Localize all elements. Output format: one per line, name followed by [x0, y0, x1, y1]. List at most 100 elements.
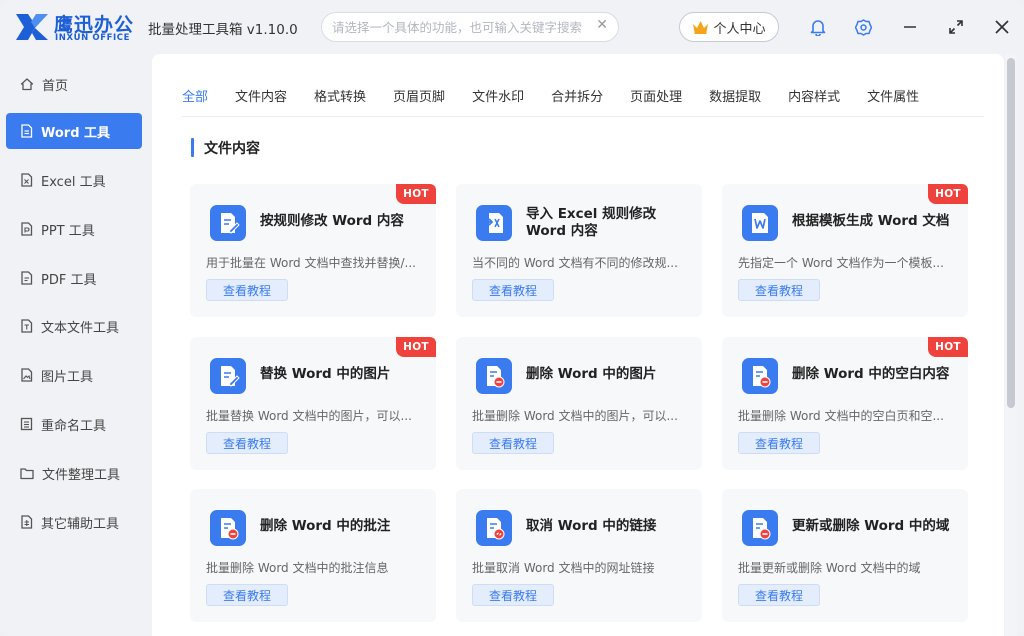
tool-card[interactable]: 导入 Excel 规则修改 Word 内容 当不同的 Word 文档有不同的修改…: [456, 184, 702, 317]
hot-badge: HOT: [928, 337, 968, 357]
tool-card[interactable]: HOT 根据模板生成 Word 文档 先指定一个 Word 文档作为一个模板..…: [722, 184, 968, 317]
sidebar-item-label: 其它辅助工具: [41, 516, 120, 532]
bell-icon[interactable]: [808, 17, 828, 37]
tool-card[interactable]: 删除 Word 中的图片 批量删除 Word 文档中的图片，可以... 查看教程: [456, 337, 702, 470]
tool-description: 批量取消 Word 文档中的网址链接: [472, 561, 655, 575]
section-marker: [191, 138, 194, 157]
document-icon: [21, 222, 33, 236]
tab-file-content[interactable]: 文件内容: [235, 86, 287, 106]
tool-description: 批量更新或删除 Word 文档中的域: [738, 561, 921, 575]
sidebar-item-rename[interactable]: 重命名工具: [6, 406, 142, 442]
view-tutorial-button[interactable]: 查看教程: [738, 432, 820, 454]
replace-image-icon: [210, 358, 246, 394]
sidebar-item-label: 文本文件工具: [41, 320, 120, 336]
tool-card[interactable]: HOT 按规则修改 Word 内容 用于批量在 Word 文档中查找并替换/..…: [190, 184, 436, 317]
tool-title: 导入 Excel 规则修改 Word 内容: [526, 206, 657, 239]
field-icon: [742, 510, 778, 546]
category-tabs: 全部 文件内容 格式转换 页眉页脚 文件水印 合并拆分 页面处理 数据提取 内容…: [182, 86, 946, 106]
delete-comment-icon: [210, 510, 246, 546]
sidebar-item-label: PPT 工具: [41, 223, 95, 239]
crown-icon: [693, 21, 709, 34]
tab-watermark[interactable]: 文件水印: [472, 86, 524, 106]
user-center-label: 个人中心: [713, 21, 766, 37]
logo-mark-icon: [16, 14, 48, 40]
document-icon: [21, 319, 33, 333]
sidebar-item-home[interactable]: 首页: [6, 66, 142, 102]
view-tutorial-button[interactable]: 查看教程: [206, 279, 288, 301]
hot-badge: HOT: [396, 337, 436, 357]
view-tutorial-button[interactable]: 查看教程: [738, 279, 820, 301]
rename-icon: [20, 417, 33, 431]
word-template-icon: [742, 205, 778, 241]
tool-card[interactable]: HOT 替换 Word 中的图片 批量替换 Word 文档中的图片，可以... …: [190, 337, 436, 470]
app-title: 批量处理工具箱 v1.10.0: [148, 22, 298, 38]
sidebar-item-label: Excel 工具: [41, 174, 106, 190]
search-input[interactable]: [332, 19, 582, 35]
logo-subtext: INXUN OFFICE: [55, 33, 131, 43]
gear-icon[interactable]: [853, 17, 873, 37]
sidebar-item-other[interactable]: 其它辅助工具: [6, 504, 142, 540]
view-tutorial-button[interactable]: 查看教程: [206, 432, 288, 454]
user-center-button[interactable]: 个人中心: [679, 12, 779, 42]
tool-card[interactable]: 取消 Word 中的链接 批量取消 Word 文档中的网址链接 查看教程: [456, 489, 702, 622]
tool-card[interactable]: 删除 Word 中的批注 批量删除 Word 文档中的批注信息 查看教程: [190, 489, 436, 622]
tab-merge-split[interactable]: 合并拆分: [551, 86, 603, 106]
sidebar: 首页 Word 工具 Excel 工具 PPT 工具 PDF 工具 文本文件工具…: [0, 56, 150, 636]
sidebar-item-ppt[interactable]: PPT 工具: [6, 211, 142, 247]
tool-title: 删除 Word 中的空白内容: [792, 366, 950, 382]
view-tutorial-button[interactable]: 查看教程: [206, 584, 288, 606]
app-window: 鹰迅办公 INXUN OFFICE 批量处理工具箱 v1.10.0 ✕ 个人中心: [0, 0, 1024, 636]
sidebar-item-excel[interactable]: Excel 工具: [6, 162, 142, 198]
tool-title: 删除 Word 中的批注: [260, 518, 391, 534]
tool-description: 批量删除 Word 文档中的批注信息: [206, 561, 389, 575]
hot-badge: HOT: [928, 184, 968, 204]
sidebar-item-organize[interactable]: 文件整理工具: [6, 455, 142, 491]
sidebar-item-text[interactable]: 文本文件工具: [6, 308, 142, 344]
tab-all[interactable]: 全部: [182, 86, 208, 106]
sidebar-item-word[interactable]: Word 工具: [6, 113, 142, 149]
tool-card[interactable]: HOT 删除 Word 中的空白内容 批量删除 Word 文档中的空白页和空..…: [722, 337, 968, 470]
tool-title: 按规则修改 Word 内容: [260, 213, 404, 229]
document-icon: [21, 271, 33, 285]
main-panel: 全部 文件内容 格式转换 页眉页脚 文件水印 合并拆分 页面处理 数据提取 内容…: [152, 54, 1004, 636]
tool-description: 批量删除 Word 文档中的图片，可以...: [472, 409, 678, 423]
tool-card[interactable]: 更新或删除 Word 中的域 批量更新或删除 Word 文档中的域 查看教程: [722, 489, 968, 622]
edit-document-icon: [210, 205, 246, 241]
tool-description: 批量删除 Word 文档中的空白页和空...: [738, 409, 944, 423]
tool-title: 删除 Word 中的图片: [526, 366, 657, 382]
scrollbar[interactable]: [1005, 54, 1017, 636]
delete-image-icon: [476, 358, 512, 394]
tab-header-footer[interactable]: 页眉页脚: [393, 86, 445, 106]
unlink-icon: [476, 510, 512, 546]
tool-description: 当不同的 Word 文档有不同的修改规...: [472, 256, 678, 270]
close-icon[interactable]: [992, 17, 1012, 37]
sidebar-item-label: PDF 工具: [41, 272, 97, 288]
view-tutorial-button[interactable]: 查看教程: [472, 432, 554, 454]
tool-title: 根据模板生成 Word 文档: [792, 213, 950, 229]
tab-format-convert[interactable]: 格式转换: [314, 86, 366, 106]
tab-page[interactable]: 页面处理: [630, 86, 682, 106]
sidebar-item-image[interactable]: 图片工具: [6, 357, 142, 393]
sidebar-item-label: 文件整理工具: [42, 467, 121, 483]
scrollbar-thumb[interactable]: [1007, 58, 1015, 408]
minimize-icon[interactable]: [900, 17, 920, 37]
tool-title: 取消 Word 中的链接: [526, 518, 657, 534]
title-bar: 鹰迅办公 INXUN OFFICE 批量处理工具箱 v1.10.0 ✕ 个人中心: [0, 0, 1024, 54]
sidebar-item-label: 重命名工具: [41, 418, 107, 434]
tab-content-style[interactable]: 内容样式: [788, 86, 840, 106]
view-tutorial-button[interactable]: 查看教程: [472, 584, 554, 606]
view-tutorial-button[interactable]: 查看教程: [738, 584, 820, 606]
document-icon: [21, 124, 33, 138]
tab-file-properties[interactable]: 文件属性: [867, 86, 919, 106]
maximize-icon[interactable]: [946, 17, 966, 37]
search-box[interactable]: ✕: [321, 12, 619, 42]
view-tutorial-button[interactable]: 查看教程: [472, 279, 554, 301]
sidebar-item-pdf[interactable]: PDF 工具: [6, 260, 142, 296]
tool-description: 用于批量在 Word 文档中查找并替换/...: [206, 256, 416, 270]
tool-description: 先指定一个 Word 文档作为一个模板...: [738, 256, 944, 270]
clear-icon[interactable]: ✕: [596, 17, 608, 33]
section-title: 文件内容: [204, 141, 260, 157]
delete-blank-icon: [742, 358, 778, 394]
tool-title: 更新或删除 Word 中的域: [792, 518, 950, 534]
tab-data-extract[interactable]: 数据提取: [709, 86, 761, 106]
